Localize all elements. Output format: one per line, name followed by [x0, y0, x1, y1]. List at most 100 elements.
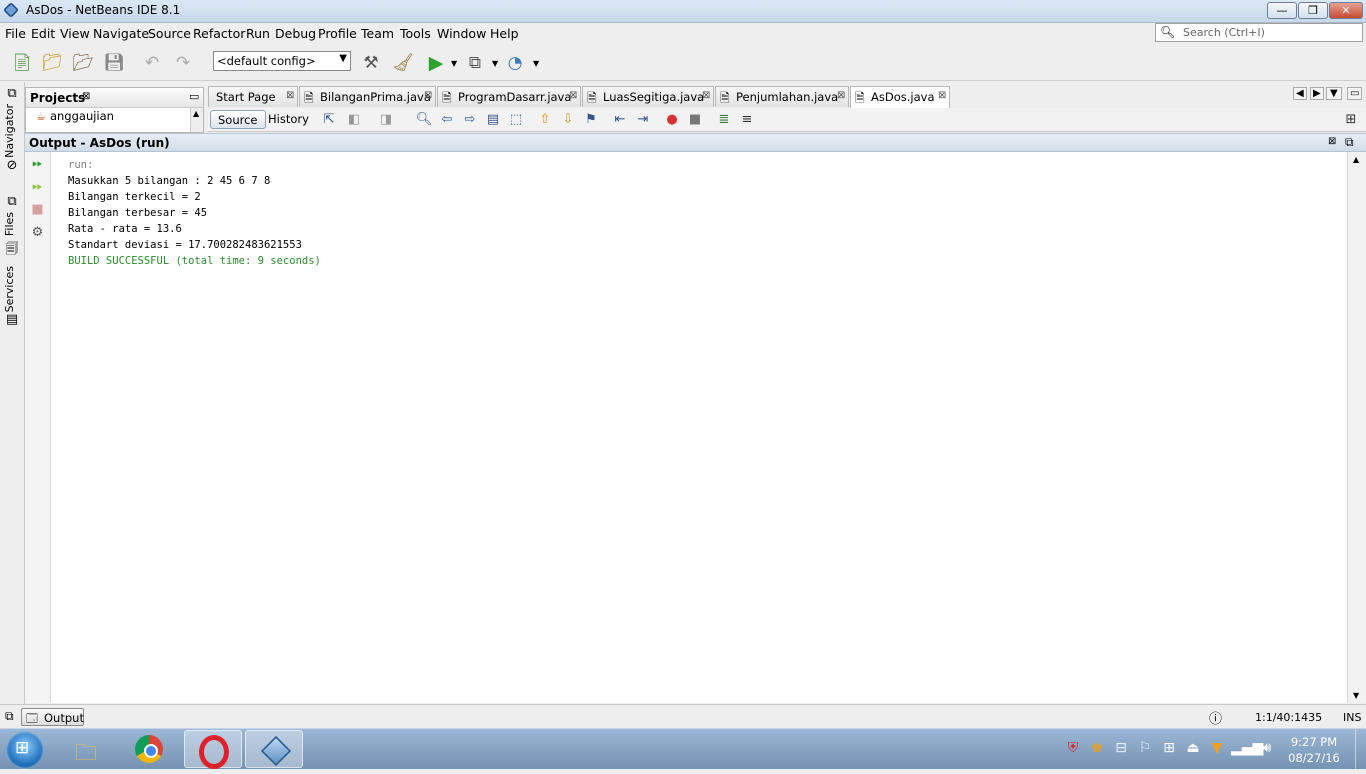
scroll-tabs-left-icon[interactable]: ◀	[1293, 87, 1307, 100]
close-button[interactable]: ✕	[1329, 2, 1363, 19]
signal-strength-icon[interactable]: ▂▄▆	[1231, 740, 1263, 756]
forward-icon[interactable]: ◨	[377, 111, 395, 128]
minimize-button[interactable]: —	[1267, 2, 1297, 19]
split-editor-icon[interactable]: ⊞	[1342, 111, 1360, 128]
tab-asdos[interactable]: 🗎︎ AsDos.java ⊠	[850, 86, 950, 108]
window-restore-icon[interactable]: ⧉	[1345, 135, 1354, 150]
last-edit-icon[interactable]: ⇱	[320, 111, 338, 128]
previous-bookmark-icon[interactable]: ⇧	[536, 111, 554, 128]
output-scrollbar[interactable]: ▲ ▼	[1347, 152, 1366, 703]
menu-source[interactable]: Source	[148, 26, 191, 41]
taskbar-explorer[interactable]: 🗀︎	[60, 730, 118, 768]
menu-view[interactable]: View	[60, 26, 90, 41]
shift-left-icon[interactable]: ⇤	[611, 111, 629, 128]
build-hammer-icon[interactable]: ⚒	[360, 52, 382, 74]
uncomment-icon[interactable]: ≡	[738, 111, 756, 128]
menu-refactor[interactable]: Refactor	[193, 26, 245, 41]
close-icon[interactable]: ⊠	[569, 90, 577, 101]
taskbar-chrome[interactable]	[121, 730, 179, 768]
find-previous-icon[interactable]: ⇦	[438, 111, 456, 128]
window-restore-icon[interactable]: ⧉	[5, 709, 14, 724]
volume-icon[interactable]: 🔊︎	[1257, 740, 1277, 756]
tab-luassegitiga[interactable]: 🗎︎ LuasSegitiga.java ⊠	[582, 86, 714, 107]
flag-icon[interactable]: ⚐	[1135, 740, 1155, 756]
debug-dropdown-icon[interactable]: ▼	[492, 59, 498, 68]
menu-edit[interactable]: Edit	[31, 26, 55, 41]
comment-icon[interactable]: ≣	[715, 111, 733, 128]
scroll-down-icon[interactable]: ▼	[1353, 691, 1359, 700]
redo-icon[interactable]: ↷	[172, 52, 194, 74]
stop-icon[interactable]: ■	[28, 201, 47, 219]
settings-icon[interactable]: ⚙	[28, 224, 47, 242]
next-bookmark-icon[interactable]: ⇩	[559, 111, 577, 128]
find-next-icon[interactable]: ⇨	[461, 111, 479, 128]
windows-icon[interactable]: ⊞	[1159, 740, 1179, 756]
rerun-icon[interactable]: ⏩︎	[28, 155, 47, 173]
close-icon[interactable]: ⊠	[424, 90, 432, 101]
debug-icon[interactable]: ⧉	[464, 52, 486, 74]
close-icon[interactable]: ⊠	[938, 90, 946, 101]
clock[interactable]: 9:27 PM 08/27/16	[1283, 734, 1345, 766]
window-restore-icon[interactable]: ⧉	[4, 194, 20, 209]
notifications-icon[interactable]: ⓘ	[1209, 708, 1222, 727]
services-tab[interactable]: Services	[3, 266, 16, 312]
close-icon[interactable]: ⊠	[1328, 136, 1336, 147]
back-icon[interactable]: ◧	[345, 111, 363, 128]
source-view-button[interactable]: Source	[210, 110, 266, 129]
tab-start-page[interactable]: Start Page ⊠	[208, 86, 298, 107]
menu-team[interactable]: Team	[361, 26, 394, 41]
menu-help[interactable]: Help	[490, 26, 519, 41]
config-select[interactable]: <default config> ▼	[213, 51, 351, 71]
menu-run[interactable]: Run	[246, 26, 270, 41]
menu-tools[interactable]: Tools	[400, 26, 431, 41]
undo-icon[interactable]: ↶	[141, 52, 163, 74]
tab-bilanganprima[interactable]: 🗎︎ BilanganPrima.java ⊠	[299, 86, 436, 107]
antivirus-icon[interactable]: ⛨	[1063, 740, 1083, 756]
projects-scrollbar[interactable]: ▲	[190, 108, 203, 132]
taskbar-netbeans[interactable]	[245, 730, 303, 768]
search-box[interactable]: 🔍︎ Search (Ctrl+I)	[1155, 23, 1363, 42]
project-tree-item[interactable]: ☕ anggaujian	[36, 109, 114, 123]
menu-debug[interactable]: Debug	[275, 26, 316, 41]
profile-dropdown-icon[interactable]: ▼	[533, 59, 539, 68]
menu-profile[interactable]: Profile	[318, 26, 357, 41]
window-restore-icon[interactable]: ⧉	[4, 86, 20, 101]
projects-title[interactable]: Projects	[30, 91, 85, 105]
new-project-icon[interactable]: 📁︎	[41, 52, 63, 74]
scroll-up-icon[interactable]: ▲	[193, 109, 199, 118]
tab-penjumlahan[interactable]: 🗎︎ Penjumlahan.java ⊠	[715, 86, 849, 107]
save-all-icon[interactable]: 💾︎	[103, 52, 125, 74]
output-console[interactable]: run: Masukkan 5 bilangan : 2 45 6 7 8 Bi…	[51, 152, 1347, 703]
navigator-tab[interactable]: Navigator	[3, 104, 16, 158]
close-icon[interactable]: ⊠	[837, 90, 845, 101]
tab-programdasarr[interactable]: 🗎︎ ProgramDasarr.java ⊠	[437, 86, 581, 107]
scroll-tabs-right-icon[interactable]: ▶	[1310, 87, 1324, 100]
tab-list-dropdown-icon[interactable]: ▼	[1326, 87, 1342, 100]
stop-macro-icon[interactable]: ■	[686, 111, 704, 128]
close-icon[interactable]: ⊠	[286, 90, 294, 101]
wifi-hotspot-icon[interactable]: ▼	[1207, 740, 1227, 756]
start-button[interactable]: ⊞	[6, 731, 44, 769]
scroll-up-icon[interactable]: ▲	[1353, 155, 1359, 164]
close-icon[interactable]: ⊠	[702, 90, 710, 101]
show-desktop-button[interactable]	[1355, 729, 1366, 769]
run-dropdown-icon[interactable]: ▼	[451, 59, 457, 68]
history-view-button[interactable]: History	[261, 110, 316, 129]
menu-file[interactable]: File	[5, 26, 26, 41]
toggle-bookmark-icon[interactable]: ⚑	[582, 111, 600, 128]
display-icon[interactable]: ⊟	[1111, 740, 1131, 756]
restore-button[interactable]: ❐	[1298, 2, 1328, 19]
menu-navigate[interactable]: Navigate	[93, 26, 149, 41]
menu-window[interactable]: Window	[437, 26, 486, 41]
output-tab-button[interactable]: 🗔︎ Output	[21, 708, 84, 726]
run-icon[interactable]: ▶	[425, 52, 447, 74]
new-file-icon[interactable]: 📄︎	[11, 52, 33, 74]
network-manager-icon[interactable]: ♚	[1087, 740, 1107, 756]
files-tab[interactable]: Files	[3, 212, 16, 236]
shift-right-icon[interactable]: ⇥	[634, 111, 652, 128]
start-macro-icon[interactable]: ●	[663, 111, 681, 128]
usb-device-icon[interactable]: ⏏	[1183, 740, 1203, 756]
find-icon[interactable]: 🔍︎	[415, 111, 433, 128]
clean-build-icon[interactable]: 🧹︎	[392, 52, 414, 74]
taskbar-opera[interactable]	[184, 730, 242, 769]
